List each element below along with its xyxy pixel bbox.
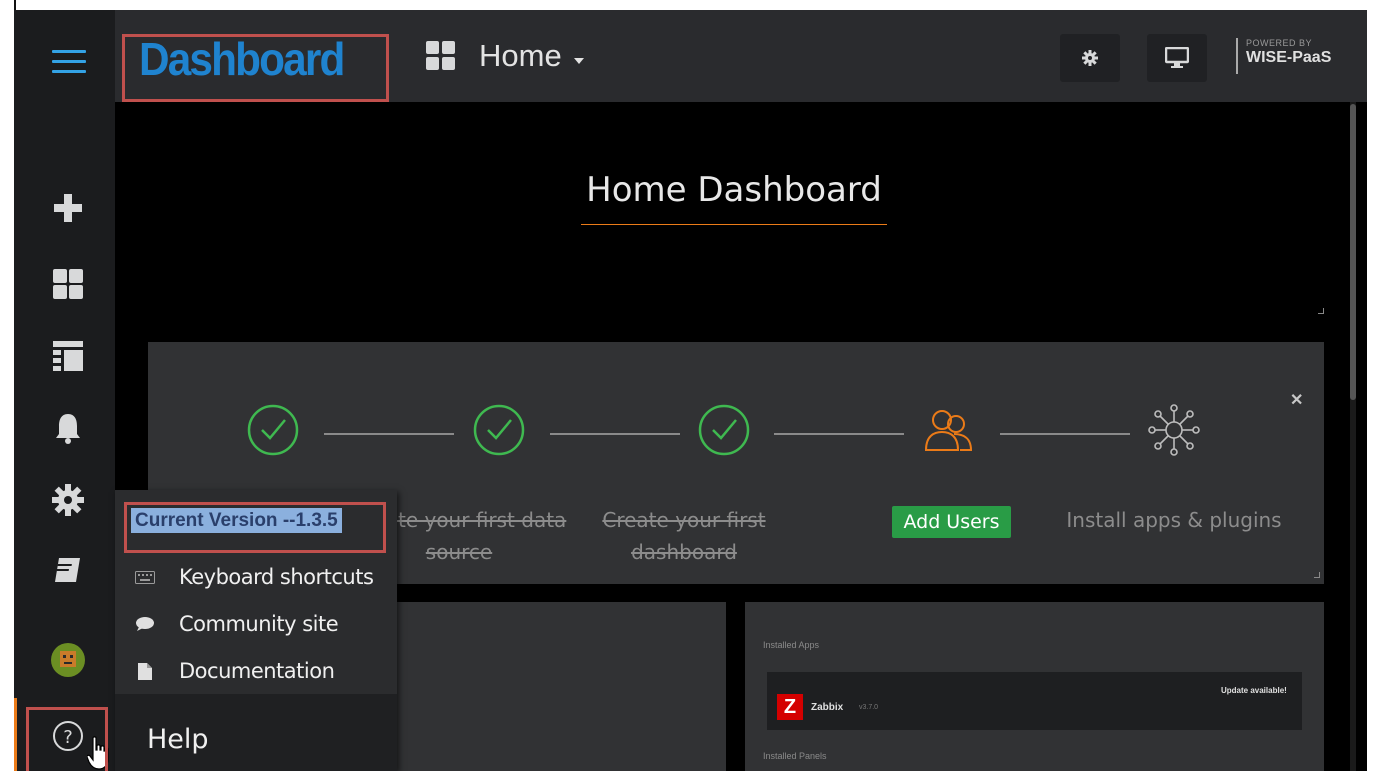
step-connector xyxy=(550,433,680,435)
installed-panels-heading: Installed Panels xyxy=(763,751,827,761)
scrollbar-thumb[interactable] xyxy=(1350,104,1356,400)
page-title: Home Dashboard xyxy=(581,170,887,225)
bell-icon[interactable] xyxy=(50,410,86,446)
keyboard-icon xyxy=(135,569,155,585)
app-version: v3.7.0 xyxy=(859,704,879,711)
plus-icon[interactable] xyxy=(50,190,86,226)
zabbix-logo: Z xyxy=(777,694,803,720)
check-circle-icon xyxy=(473,404,525,456)
close-icon[interactable]: ✕ xyxy=(1290,390,1303,410)
tv-mode-button[interactable] xyxy=(1147,34,1207,82)
check-circle-icon xyxy=(247,404,299,456)
powered-by-logo: POWERED BY WISE-PaaS xyxy=(1236,38,1331,74)
add-users-button[interactable]: Add Users xyxy=(892,506,1011,538)
step-connector xyxy=(774,433,904,435)
update-available-link[interactable]: Update available! xyxy=(1221,686,1287,695)
app-window: ? Dashboard Home POWERED BY WISE-PaaS Ho… xyxy=(14,10,1367,771)
sidebar: ? xyxy=(14,10,115,771)
hamburger-menu-icon[interactable] xyxy=(52,50,86,76)
dashboard-grid-icon[interactable] xyxy=(425,40,457,72)
avatar-icon[interactable] xyxy=(50,642,86,678)
settings-button[interactable] xyxy=(1060,34,1120,82)
help-menu-title: Help xyxy=(147,724,209,755)
document-icon xyxy=(135,662,155,680)
panel-resize-handle[interactable] xyxy=(1314,572,1320,578)
check-circle-icon xyxy=(698,404,750,456)
app-list-item[interactable]: Z Zabbix v3.7.0 Update available! xyxy=(767,672,1302,730)
help-active-indicator xyxy=(14,698,17,771)
users-icon xyxy=(924,410,973,451)
plugin-icon xyxy=(1148,404,1200,456)
annotation-highlight xyxy=(26,707,108,771)
community-site-link[interactable]: Community site xyxy=(135,609,339,639)
book-icon[interactable] xyxy=(50,552,86,588)
documentation-label: Documentation xyxy=(179,659,335,683)
community-site-label: Community site xyxy=(179,612,339,636)
annotation-highlight xyxy=(122,34,389,102)
step-label-plugins[interactable]: Install apps & plugins xyxy=(1064,504,1284,536)
app-name: Zabbix xyxy=(811,702,844,713)
installed-apps-heading: Installed Apps xyxy=(763,640,820,650)
powered-by-label: POWERED BY xyxy=(1246,38,1313,48)
gear-icon[interactable] xyxy=(50,482,86,518)
gear-icon xyxy=(1082,50,1098,66)
step-label-dashboard[interactable]: Create your first dashboard xyxy=(574,504,794,568)
annotation-highlight xyxy=(124,502,386,553)
step-connector xyxy=(324,433,454,435)
installed-plugins-panel: Installed Apps Z Zabbix v3.7.0 Update av… xyxy=(745,602,1324,771)
powered-by-brand: WISE-PaaS xyxy=(1246,49,1332,66)
grid-icon[interactable] xyxy=(50,266,86,302)
keyboard-shortcuts-link[interactable]: Keyboard shortcuts xyxy=(135,562,374,592)
panel-resize-handle[interactable] xyxy=(1318,308,1324,314)
dashboard-picker[interactable]: Home xyxy=(479,38,562,74)
monitor-icon xyxy=(1165,47,1189,68)
page-title-text: Home Dashboard xyxy=(586,170,882,210)
keyboard-shortcuts-label: Keyboard shortcuts xyxy=(179,565,374,589)
documentation-link[interactable]: Documentation xyxy=(135,656,335,686)
comment-icon xyxy=(135,616,155,632)
list-icon[interactable] xyxy=(50,338,86,374)
chevron-down-icon[interactable] xyxy=(574,58,584,64)
step-connector xyxy=(1000,433,1130,435)
